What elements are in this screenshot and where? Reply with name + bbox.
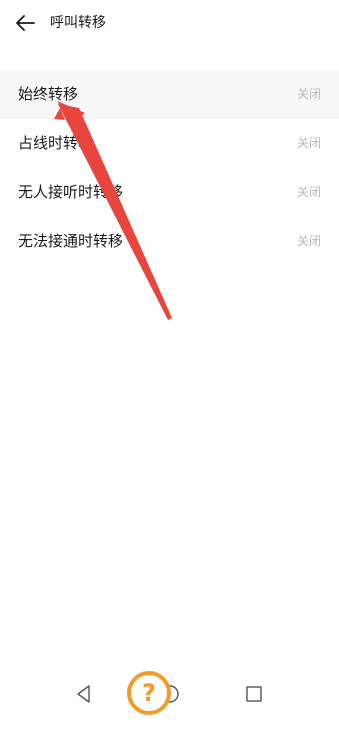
row-label: 始终转移 [18, 85, 79, 103]
row-status: 关闭 [296, 87, 321, 101]
row-status: 关闭 [296, 185, 321, 199]
row-forward-when-unanswered[interactable]: 无人接听时转移 关闭 [0, 168, 339, 217]
app-header: 呼叫转移 [0, 0, 339, 46]
help-question-icon: ? [127, 671, 171, 715]
row-label: 无法接通时转移 [18, 232, 124, 250]
page-title: 呼叫转移 [50, 15, 106, 31]
row-status: 关闭 [296, 136, 321, 150]
nav-back-button[interactable] [72, 682, 96, 706]
row-forward-when-unreachable[interactable]: 无法接通时转移 关闭 [0, 217, 339, 266]
forwarding-list: 始终转移 关闭 占线时转移 关闭 无人接听时转移 关闭 无法接通时转移 关闭 [0, 70, 339, 266]
row-forward-when-busy[interactable]: 占线时转移 关闭 [0, 119, 339, 168]
back-button[interactable] [14, 12, 38, 34]
row-label: 占线时转移 [18, 134, 94, 152]
arrow-left-icon [16, 15, 35, 31]
row-always-forward[interactable]: 始终转移 关闭 [0, 70, 339, 119]
square-recent-icon [246, 686, 262, 702]
row-label: 无人接听时转移 [18, 183, 124, 201]
row-status: 关闭 [296, 234, 321, 248]
nav-recent-button[interactable] [242, 682, 266, 706]
triangle-back-icon [77, 685, 90, 703]
